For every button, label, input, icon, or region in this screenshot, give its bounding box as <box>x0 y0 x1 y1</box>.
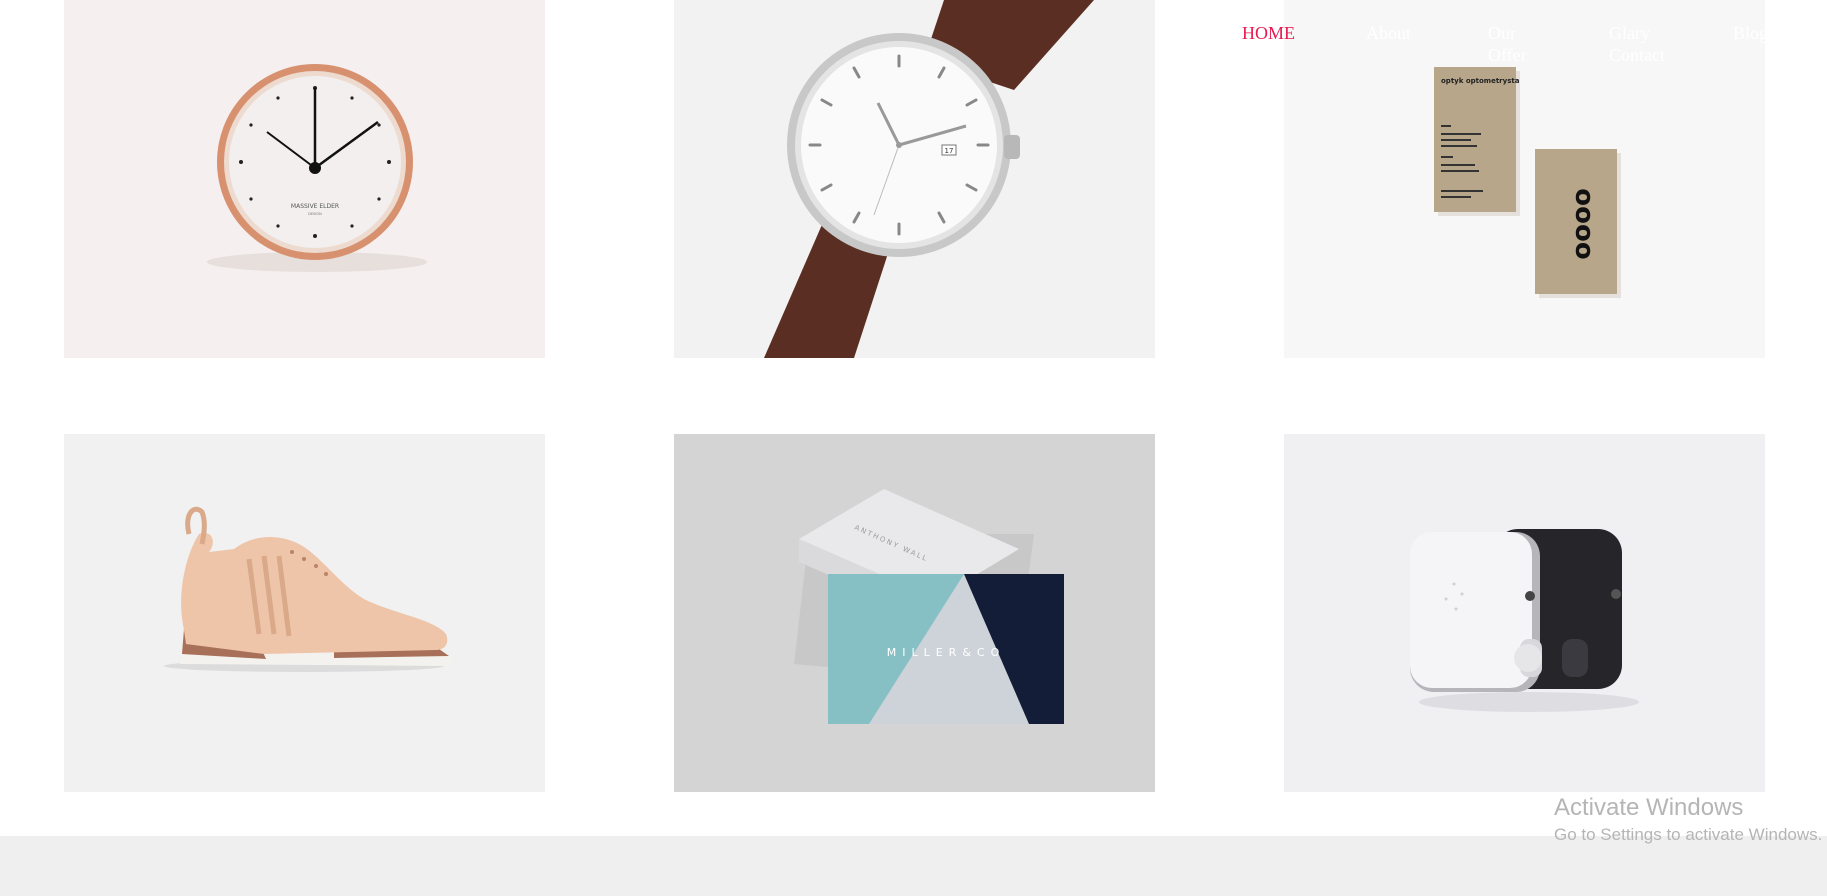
devices-image <box>1410 529 1639 712</box>
nav-our-offer-link[interactable]: Our Offer <box>1488 22 1548 66</box>
gallery-item-sneaker[interactable] <box>64 434 545 792</box>
watch-image: 17 <box>764 0 1094 358</box>
watermark-title: Activate Windows <box>1554 794 1744 821</box>
gallery-item-miller-cards[interactable]: ANTHONY WALL MILLER&CO <box>674 434 1155 792</box>
miller-cards-image: ANTHONY WALL MILLER&CO <box>794 489 1064 724</box>
footer-band <box>0 836 1827 896</box>
gallery-item-devices[interactable] <box>1284 434 1765 792</box>
gallery-item-watch[interactable]: 17 <box>674 0 1155 358</box>
nav-glary-contact-link[interactable]: Glary Contact <box>1609 22 1689 66</box>
nav-blog-link[interactable]: Blog <box>1733 22 1768 44</box>
clock-sub-text: DESIGN <box>308 212 322 216</box>
card-logo-text: oooo <box>1569 188 1599 259</box>
nav-home-link[interactable]: HOME <box>1242 22 1295 44</box>
nav-about-link[interactable]: About <box>1366 22 1411 44</box>
clock-image: MASSIVE ELDER DESIGN <box>207 64 427 272</box>
card-title-text: optyk optometrysta <box>1441 77 1520 85</box>
windows-activation-watermark: Activate Windows Go to Settings to activ… <box>1554 793 1822 847</box>
watch-date-text: 17 <box>945 147 954 155</box>
clock-brand-text: MASSIVE ELDER <box>291 203 339 210</box>
watermark-subtitle: Go to Settings to activate Windows. <box>1554 825 1823 844</box>
top-nav: HOME About Our Offer Glary Contact Blog <box>1242 22 1827 72</box>
card-brand-text: MILLER&CO <box>887 646 1006 659</box>
page: MASSIVE ELDER DESIGN 17 optyk optometrys… <box>0 0 1827 896</box>
sneaker-image <box>164 506 452 672</box>
gallery-item-clock[interactable]: MASSIVE ELDER DESIGN <box>64 0 545 358</box>
